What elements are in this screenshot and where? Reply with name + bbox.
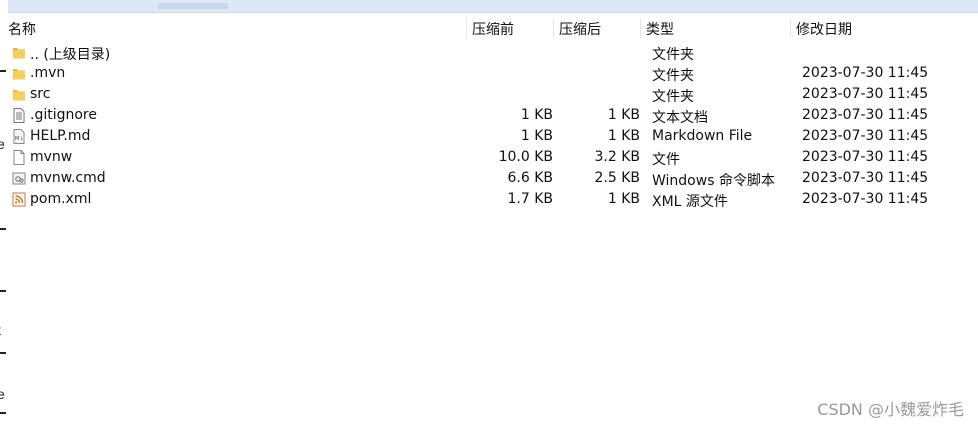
file-row[interactable]: M↓ HELP.md 1 KB 1 KB Markdown File 2023-… bbox=[8, 126, 978, 147]
file-name: mvnw.cmd bbox=[30, 170, 106, 186]
cmd-script-icon bbox=[12, 172, 26, 185]
file-type: Windows 命令脚本 bbox=[652, 173, 775, 189]
file-name: .gitignore bbox=[30, 107, 97, 123]
file-compressed-size: 1 KB bbox=[607, 128, 640, 144]
file-name: HELP.md bbox=[30, 128, 91, 144]
file-size: 6.6 KB bbox=[507, 170, 554, 186]
column-header-name[interactable]: 名称 bbox=[8, 19, 36, 39]
folder-icon bbox=[13, 90, 25, 101]
file-modified: 2023-07-30 11:45 bbox=[802, 65, 929, 81]
column-divider[interactable] bbox=[790, 18, 791, 38]
file-compressed-size: 3.2 KB bbox=[594, 149, 641, 165]
file-row[interactable]: .gitignore 1 KB 1 KB 文本文档 2023-07-30 11:… bbox=[8, 105, 978, 126]
file-modified: 2023-07-30 11:45 bbox=[802, 191, 929, 207]
file-name: pom.xml bbox=[30, 191, 92, 207]
file-size: 1 KB bbox=[520, 107, 553, 123]
folder-icon bbox=[13, 48, 25, 59]
file-row[interactable]: mvnw.cmd 6.6 KB 2.5 KB Windows 命令脚本 2023… bbox=[8, 168, 978, 189]
folder-icon bbox=[13, 69, 25, 80]
file-name: .. (上级目录) bbox=[30, 47, 111, 63]
file-type: 文件夹 bbox=[652, 68, 694, 84]
file-size: 1.7 KB bbox=[507, 191, 554, 207]
text-file-icon bbox=[13, 108, 25, 123]
file-compressed-size: 1 KB bbox=[607, 107, 640, 123]
edge-divider bbox=[0, 290, 6, 292]
file-compressed-size: 2.5 KB bbox=[594, 170, 641, 186]
column-header-compressed[interactable]: 压缩后 bbox=[559, 19, 601, 39]
file-name: mvnw bbox=[30, 149, 73, 165]
edge-divider bbox=[0, 228, 6, 230]
edge-divider bbox=[0, 70, 6, 72]
file-modified: 2023-07-30 11:45 bbox=[802, 86, 929, 102]
column-header-row: 名称 压缩前 压缩后 类型 修改日期 bbox=[8, 14, 978, 40]
column-divider[interactable] bbox=[466, 18, 467, 38]
edge-glyph: e bbox=[0, 386, 5, 402]
column-divider[interactable] bbox=[640, 18, 641, 38]
file-type: 文件夹 bbox=[652, 89, 694, 105]
column-header-size[interactable]: 压缩前 bbox=[472, 19, 514, 39]
scrollbar-thumb[interactable] bbox=[158, 3, 228, 9]
file-compressed-size: 1 KB bbox=[607, 191, 640, 207]
file-row[interactable]: .. (上级目录) 文件夹 bbox=[8, 42, 978, 63]
file-name: .mvn bbox=[30, 65, 66, 81]
xml-file-icon bbox=[12, 192, 26, 207]
svg-text:M↓: M↓ bbox=[15, 136, 24, 142]
file-type: XML 源文件 bbox=[652, 194, 728, 210]
watermark: CSDN @小魏爱炸毛 bbox=[817, 400, 964, 419]
file-row[interactable]: .mvn 文件夹 2023-07-30 11:45 bbox=[8, 63, 978, 84]
file-modified: 2023-07-30 11:45 bbox=[802, 149, 929, 165]
edge-glyph: t bbox=[0, 322, 1, 338]
file-size: 1 KB bbox=[520, 128, 553, 144]
file-type: Markdown File bbox=[652, 128, 753, 144]
file-size: 10.0 KB bbox=[498, 149, 553, 165]
horizontal-scrollbar[interactable] bbox=[8, 0, 978, 13]
file-row[interactable]: mvnw 10.0 KB 3.2 KB 文件 2023-07-30 11:45 bbox=[8, 147, 978, 168]
file-modified: 2023-07-30 11:45 bbox=[802, 128, 929, 144]
file-type: 文件 bbox=[652, 152, 680, 168]
column-divider[interactable] bbox=[553, 18, 554, 38]
column-header-type[interactable]: 类型 bbox=[646, 19, 674, 39]
background-window-edge: e t e bbox=[0, 0, 8, 428]
file-row[interactable]: pom.xml 1.7 KB 1 KB XML 源文件 2023-07-30 1… bbox=[8, 189, 978, 210]
markdown-file-icon: M↓ bbox=[13, 129, 25, 144]
column-header-modified[interactable]: 修改日期 bbox=[796, 19, 852, 39]
file-modified: 2023-07-30 11:45 bbox=[802, 170, 929, 186]
file-row[interactable]: src 文件夹 2023-07-30 11:45 bbox=[8, 84, 978, 105]
file-type: 文件夹 bbox=[652, 47, 694, 63]
file-name: src bbox=[30, 86, 51, 102]
blank-file-icon bbox=[13, 150, 25, 165]
edge-divider bbox=[0, 412, 6, 414]
edge-divider bbox=[0, 352, 6, 354]
file-type: 文本文档 bbox=[652, 110, 708, 126]
file-modified: 2023-07-30 11:45 bbox=[802, 107, 929, 123]
edge-glyph: e bbox=[0, 136, 5, 152]
